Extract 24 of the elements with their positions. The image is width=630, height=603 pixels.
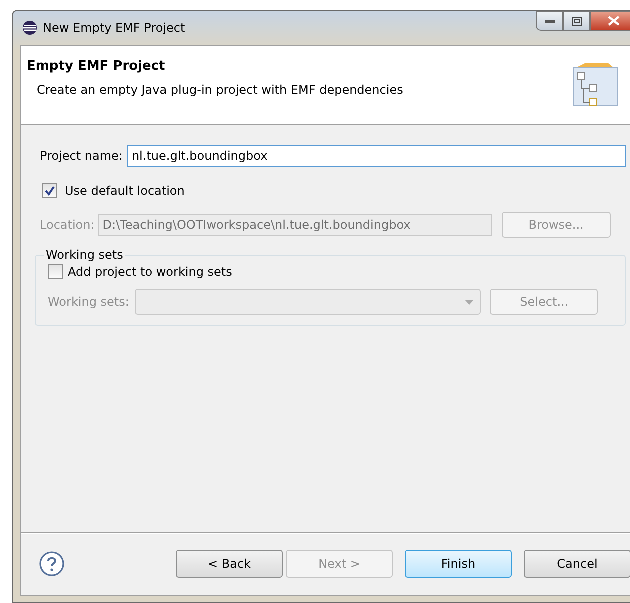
- close-icon: [608, 16, 620, 26]
- working-sets-label: Working sets:: [48, 295, 130, 309]
- dialog-button[interactable]: Cancel: [524, 550, 630, 578]
- window-title: New Empty EMF Project: [43, 21, 186, 35]
- checkbox-label: Add project to working sets: [68, 264, 232, 278]
- minimize-icon: [544, 19, 554, 23]
- project-name-label: Project name:: [40, 149, 123, 163]
- close-button[interactable]: [590, 11, 630, 31]
- location-label: Location:: [40, 218, 95, 232]
- dropdown-arrow-icon: [465, 300, 474, 304]
- check-icon: [44, 186, 54, 196]
- help-icon[interactable]: [39, 551, 65, 577]
- project-name-field[interactable]: nl.tue.glt.boundingbox: [126, 145, 626, 167]
- page-title: Empty EMF Project: [27, 59, 166, 74]
- checkbox-label: Use default location: [65, 184, 185, 198]
- maximize-button[interactable]: [563, 11, 590, 31]
- dialog-button[interactable]: < Back: [176, 550, 283, 578]
- maximize-icon: [572, 16, 582, 26]
- eclipse-icon: [22, 20, 38, 36]
- checkbox[interactable]: [42, 183, 57, 198]
- group-title: Working sets: [45, 248, 124, 262]
- page-description: Create an empty Java plug-in project with EMF dependencies: [36, 83, 404, 97]
- dialog-button[interactable]: Finish: [405, 550, 512, 578]
- minimize-button[interactable]: [536, 11, 563, 31]
